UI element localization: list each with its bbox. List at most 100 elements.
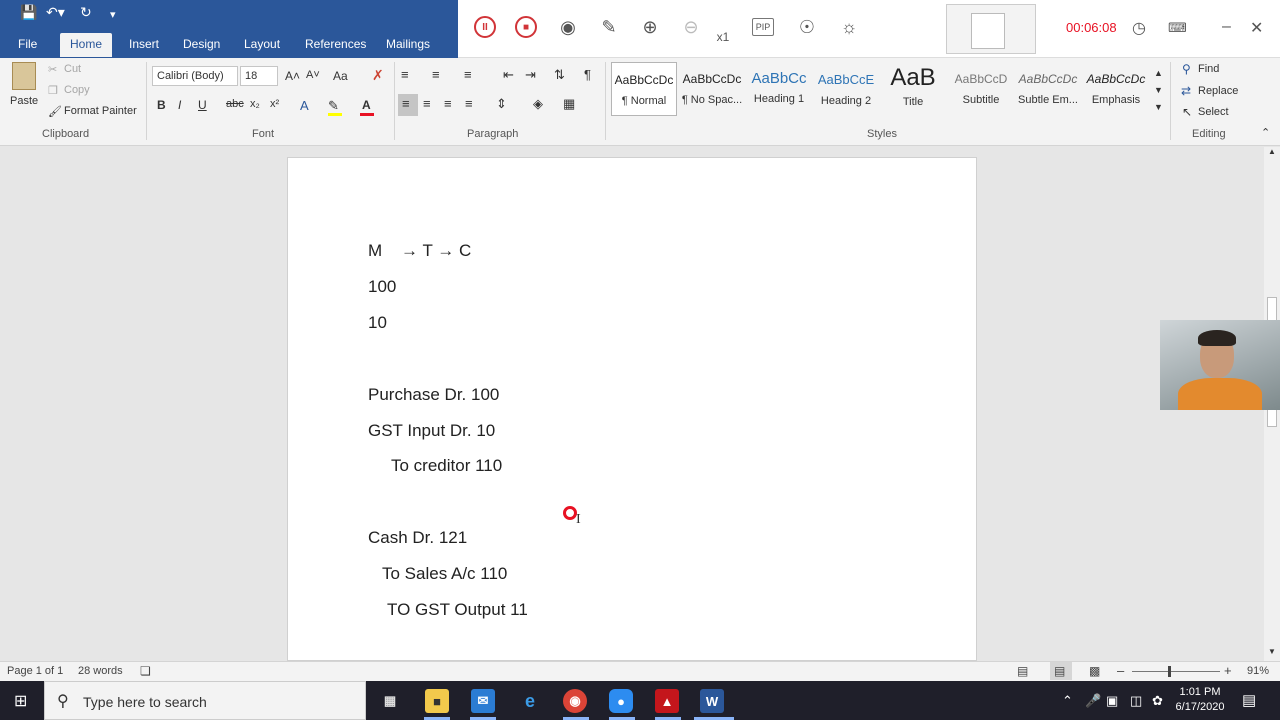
cut-button[interactable]: Cut bbox=[64, 63, 81, 75]
hide-icon[interactable]: ☼ bbox=[836, 14, 862, 40]
italic-button[interactable]: I bbox=[178, 98, 181, 112]
numbering-icon[interactable]: ≡ bbox=[432, 67, 440, 82]
style-heading-2[interactable]: AaBbCcE Heading 2 bbox=[813, 62, 879, 116]
zoom-in-button[interactable]: + bbox=[1224, 663, 1232, 678]
replace-button[interactable]: Replace bbox=[1198, 85, 1238, 97]
collapse-ribbon-icon[interactable]: ⌃ bbox=[1261, 126, 1270, 139]
style-emphasis[interactable]: AaBbCcDc Emphasis bbox=[1083, 62, 1149, 116]
scroll-up-icon[interactable]: ▲ bbox=[1268, 147, 1276, 156]
zoom-in-icon[interactable]: ⊕ bbox=[637, 14, 663, 40]
read-mode-icon[interactable]: ▤ bbox=[1017, 664, 1028, 678]
screen-recorder-icon[interactable]: ● bbox=[609, 689, 633, 713]
clear-formatting-icon[interactable]: ✗ bbox=[372, 67, 384, 84]
zoom-out-button[interactable]: – bbox=[1117, 663, 1124, 678]
align-center-icon[interactable]: ≡ bbox=[423, 96, 431, 111]
tab-file[interactable]: File bbox=[18, 37, 37, 51]
shading-icon[interactable]: ◈ bbox=[533, 96, 543, 112]
camera-icon[interactable]: ◉ bbox=[555, 14, 581, 40]
font-size-select[interactable]: 18 bbox=[240, 66, 278, 86]
superscript-button[interactable]: x² bbox=[270, 98, 279, 110]
show-formatting-button[interactable]: ¶ bbox=[584, 67, 591, 82]
zoom-out-icon[interactable]: ⊖ bbox=[678, 14, 704, 40]
undo-icon[interactable]: ↶▾ bbox=[46, 4, 65, 21]
style-title[interactable]: AaB Title bbox=[880, 62, 946, 116]
tab-insert[interactable]: Insert bbox=[129, 37, 159, 51]
proofing-icon[interactable]: ❏ bbox=[140, 664, 151, 678]
style-subtle-emphasis[interactable]: AaBbCcDc Subtle Em... bbox=[1015, 62, 1081, 116]
wifi-icon[interactable]: ✿ bbox=[1152, 693, 1163, 709]
controller-icon[interactable]: ⌨ bbox=[1168, 20, 1187, 36]
zoom-slider[interactable] bbox=[1132, 671, 1220, 672]
word-count[interactable]: 28 words bbox=[78, 665, 123, 677]
font-family-select[interactable]: Calibri (Body) bbox=[152, 66, 238, 86]
spotlight-icon[interactable]: ☉ bbox=[794, 14, 820, 40]
taskbar-search-box[interactable]: ⚲ Type here to search bbox=[44, 681, 366, 720]
paste-icon[interactable] bbox=[12, 62, 36, 90]
subscript-button[interactable]: x₂ bbox=[250, 98, 260, 110]
tab-layout[interactable]: Layout bbox=[244, 37, 280, 51]
pip-icon[interactable]: PIP bbox=[752, 18, 774, 36]
tab-design[interactable]: Design bbox=[183, 37, 220, 51]
mail-icon[interactable]: ✉ bbox=[471, 689, 495, 713]
style-no-spacing[interactable]: AaBbCcDc ¶ No Spac... bbox=[679, 62, 745, 116]
show-hidden-icons-icon[interactable]: ⌃ bbox=[1062, 693, 1073, 709]
pencil-icon[interactable]: ✎ bbox=[596, 14, 622, 40]
styles-scroll-up-icon[interactable]: ▲ bbox=[1154, 68, 1163, 78]
redo-icon[interactable]: ↻ bbox=[80, 4, 92, 21]
notifications-icon[interactable]: ▤ bbox=[1242, 691, 1256, 709]
styles-more-icon[interactable]: ▼ bbox=[1154, 102, 1163, 112]
justify-icon[interactable]: ≡ bbox=[465, 96, 473, 111]
style-normal[interactable]: AaBbCcDc ¶ Normal bbox=[611, 62, 677, 116]
tab-mailings[interactable]: Mailings bbox=[386, 37, 430, 51]
styles-scroll-down-icon[interactable]: ▼ bbox=[1154, 85, 1163, 95]
highlight-icon[interactable]: ✎ bbox=[328, 98, 339, 114]
chrome-icon[interactable]: ◉ bbox=[563, 689, 587, 713]
style-heading-1[interactable]: AaBbCc Heading 1 bbox=[746, 62, 812, 116]
find-button[interactable]: Find bbox=[1198, 63, 1219, 75]
zoom-slider-thumb[interactable] bbox=[1168, 666, 1171, 677]
strikethrough-button[interactable]: abc bbox=[226, 98, 244, 110]
align-right-icon[interactable]: ≡ bbox=[444, 96, 452, 111]
tab-references[interactable]: References bbox=[305, 37, 366, 51]
screen-capture-icon[interactable]: ▣ bbox=[1106, 693, 1118, 709]
scroll-down-icon[interactable]: ▼ bbox=[1268, 647, 1276, 656]
style-subtitle[interactable]: AaBbCcD Subtitle bbox=[948, 62, 1014, 116]
page-count[interactable]: Page 1 of 1 bbox=[7, 665, 63, 677]
copy-button[interactable]: Copy bbox=[64, 84, 90, 96]
increase-indent-icon[interactable]: ⇥ bbox=[525, 67, 536, 83]
tab-home[interactable]: Home bbox=[60, 33, 113, 57]
save-icon[interactable]: 💾 bbox=[20, 4, 37, 21]
bold-button[interactable]: B bbox=[157, 98, 166, 112]
alarm-clock-icon[interactable]: ◷ bbox=[1132, 18, 1146, 38]
web-layout-icon[interactable]: ▩ bbox=[1089, 664, 1100, 678]
paste-button[interactable]: Paste bbox=[10, 95, 38, 107]
select-button[interactable]: Select bbox=[1198, 106, 1229, 118]
minimize-icon[interactable]: – bbox=[1222, 18, 1231, 36]
font-color-icon[interactable]: A bbox=[362, 98, 371, 112]
word-icon[interactable]: W bbox=[700, 689, 724, 713]
network-icon[interactable]: ◫ bbox=[1130, 693, 1142, 709]
zoom-percentage[interactable]: 91% bbox=[1247, 665, 1269, 677]
underline-button[interactable]: U bbox=[198, 98, 207, 112]
microphone-icon[interactable]: 🎤 bbox=[1085, 693, 1101, 709]
task-view-icon[interactable]: ▦ bbox=[378, 689, 402, 713]
borders-icon[interactable]: ▦ bbox=[563, 96, 575, 112]
customize-qat-icon[interactable]: ▾ bbox=[110, 8, 116, 21]
pause-record-icon[interactable]: II bbox=[472, 14, 498, 40]
grow-font-button[interactable]: A˄ bbox=[285, 69, 300, 83]
edge-icon[interactable]: e bbox=[518, 689, 542, 713]
change-case-button[interactable]: Aa bbox=[333, 69, 348, 83]
sort-icon[interactable]: ⇅ bbox=[554, 67, 565, 83]
shrink-font-button[interactable]: A˅ bbox=[306, 69, 320, 81]
document-page[interactable]: M → T → C 100 10 Purchase Dr. 100 GST In… bbox=[287, 157, 977, 661]
text-effects-icon[interactable]: A bbox=[300, 98, 309, 113]
bullets-icon[interactable]: ≡ bbox=[401, 67, 409, 82]
taskbar-clock[interactable]: 1:01 PM 6/17/2020 bbox=[1168, 685, 1232, 715]
format-painter-button[interactable]: Format Painter bbox=[64, 105, 137, 117]
stop-record-icon[interactable]: ■ bbox=[513, 14, 539, 40]
acrobat-icon[interactable]: ▲ bbox=[655, 689, 679, 713]
recording-preview-thumbnail[interactable] bbox=[946, 4, 1036, 54]
close-icon[interactable]: ✕ bbox=[1250, 18, 1263, 38]
windows-start-icon[interactable]: ⊞ bbox=[14, 691, 27, 711]
line-spacing-icon[interactable]: ⇕ bbox=[496, 96, 507, 112]
